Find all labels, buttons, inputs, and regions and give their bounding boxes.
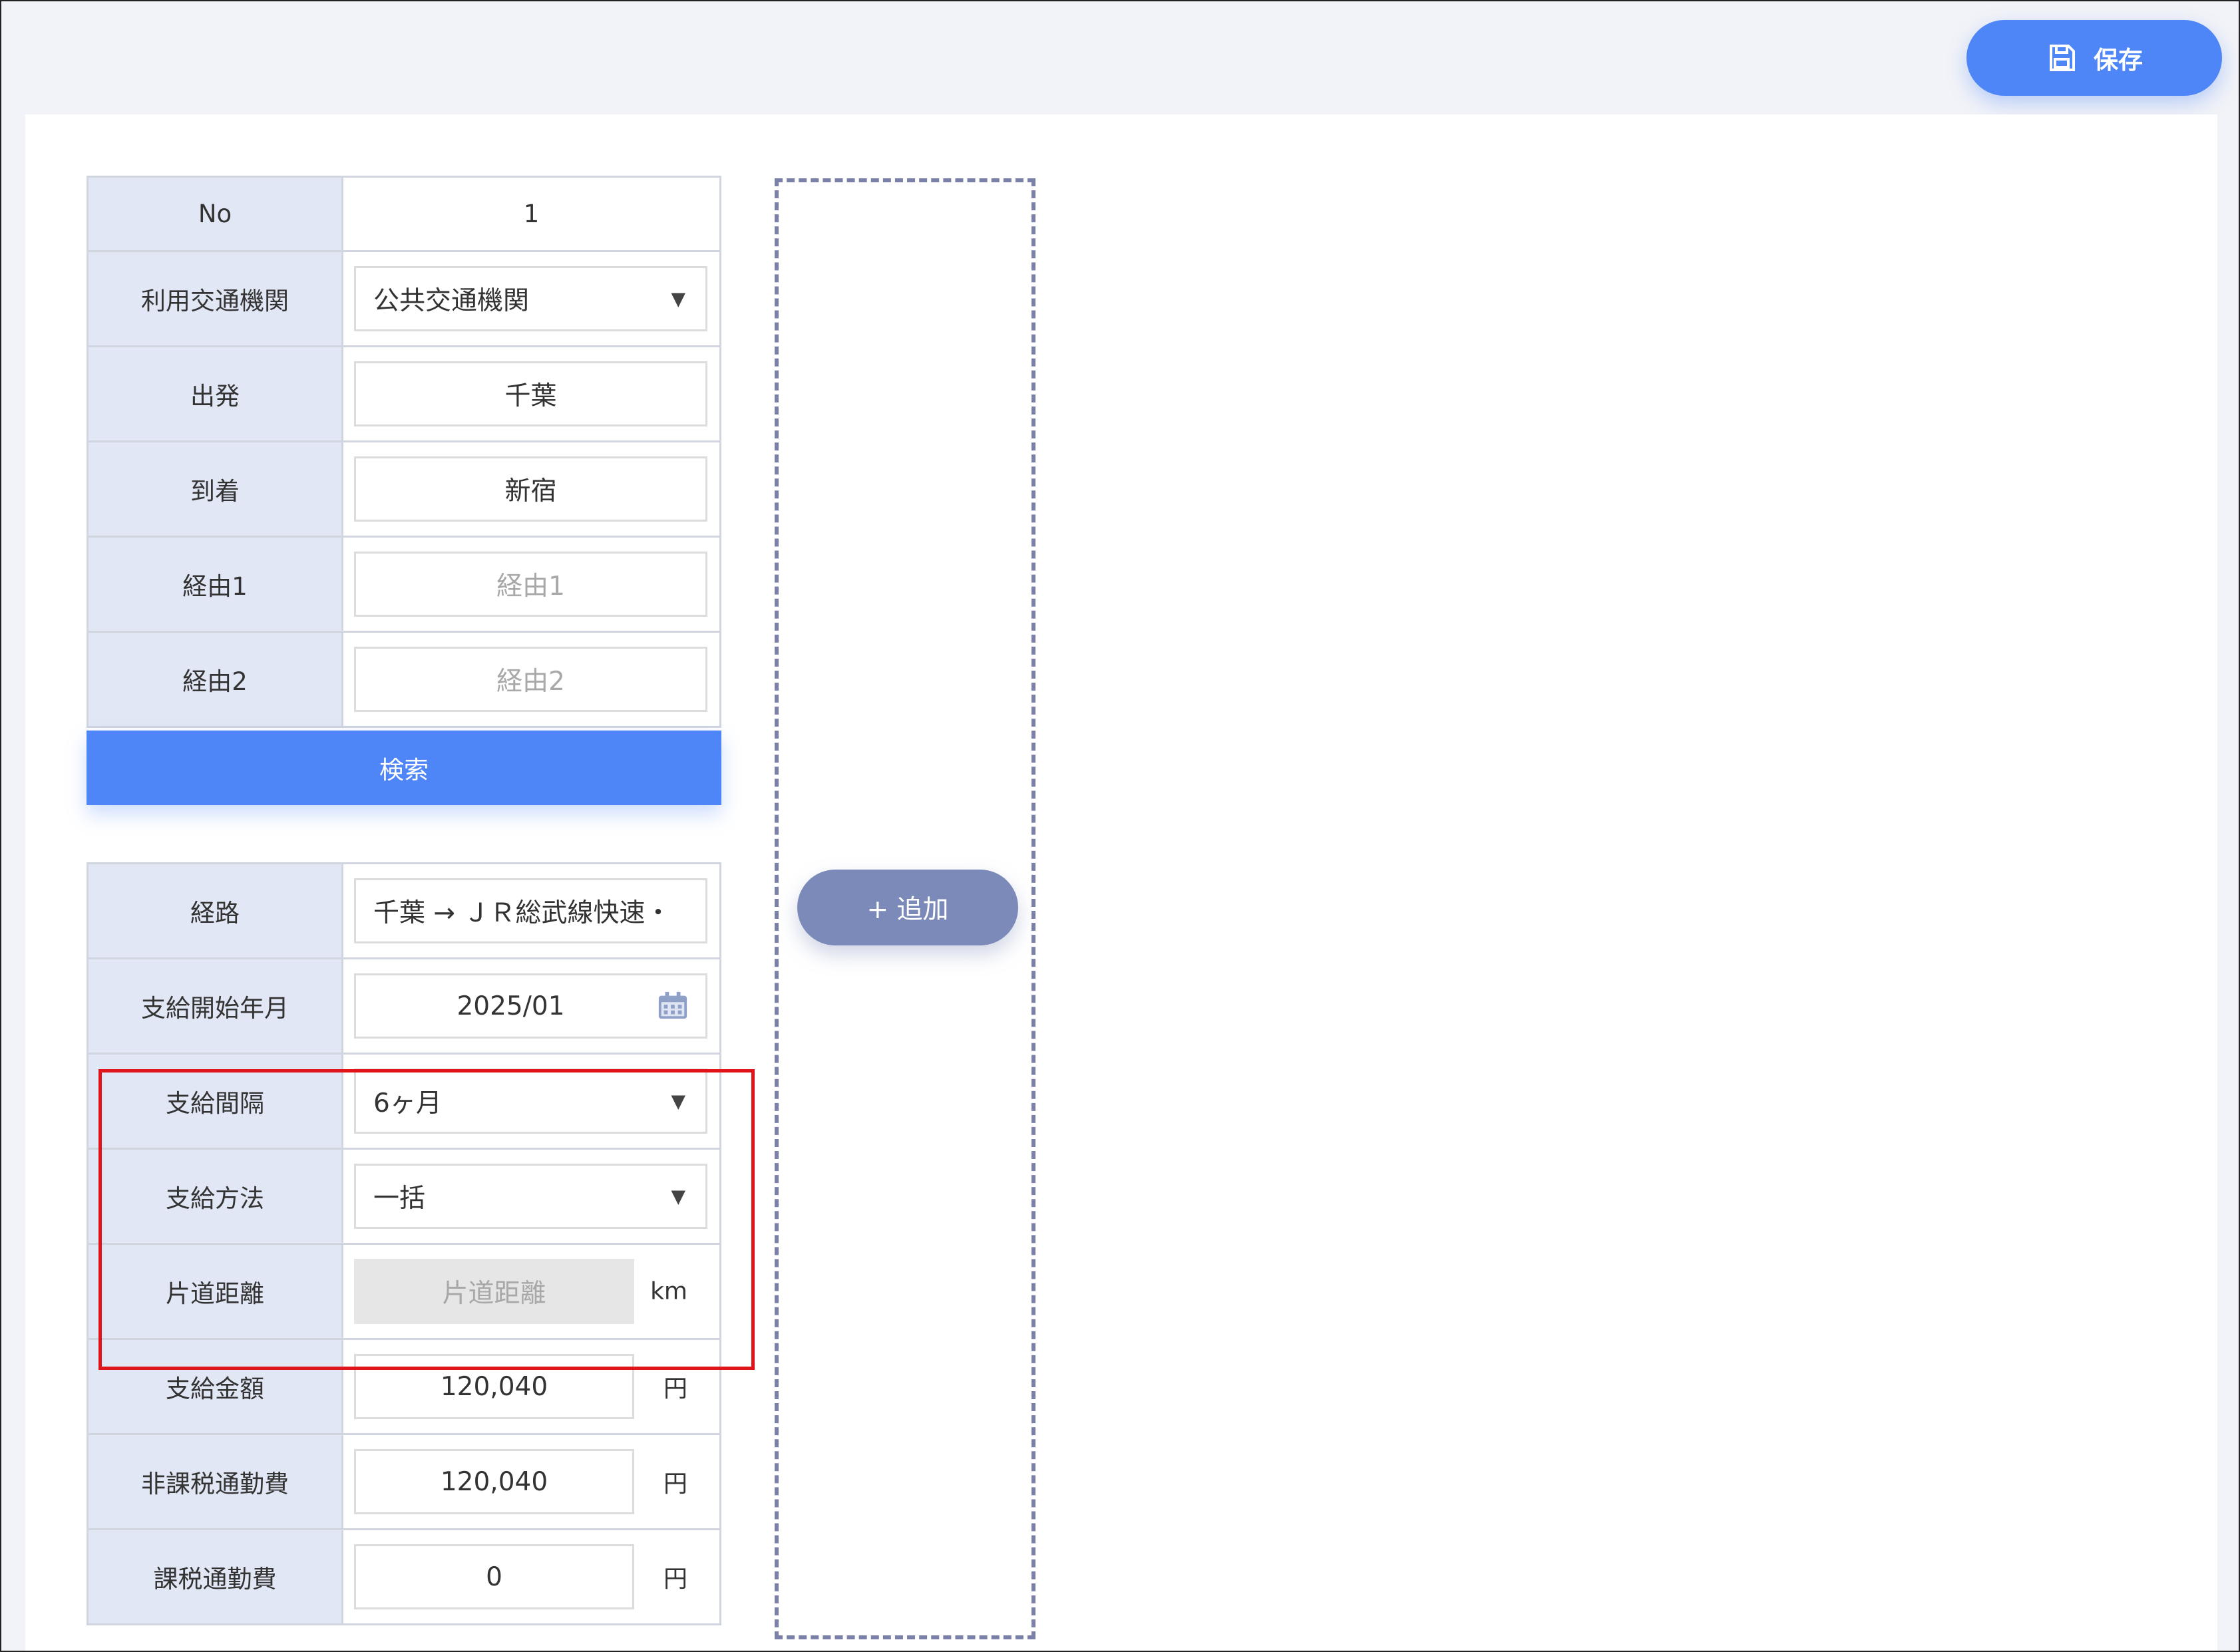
nontaxable-input[interactable]: 120,040 [354, 1449, 634, 1514]
transport-select[interactable]: 公共交通機関 ▼ [354, 266, 707, 331]
row-nontaxable: 非課税通勤費 120,040 円 [87, 1433, 721, 1530]
main-panel: No 1 利用交通機関 公共交通機関 ▼ 出発 千葉 到着 新宿 経由1 経由1… [25, 114, 2217, 1651]
label-route: 経路 [87, 862, 343, 959]
row-departure: 出発 千葉 [87, 345, 721, 442]
taxable-input[interactable]: 0 [354, 1544, 634, 1609]
no-value: 1 [523, 200, 540, 228]
save-button[interactable]: 保存 [1966, 20, 2222, 96]
row-transport: 利用交通機関 公共交通機関 ▼ [87, 250, 721, 347]
route-search-form: No 1 利用交通機関 公共交通機関 ▼ 出発 千葉 到着 新宿 経由1 経由1… [87, 176, 721, 728]
save-button-label: 保存 [2094, 46, 2143, 75]
amount-unit: 円 [663, 1375, 687, 1403]
floppy-disk-icon [2050, 45, 2075, 71]
label-no: No [87, 176, 343, 252]
label-departure: 出発 [87, 345, 343, 442]
label-start-month: 支給開始年月 [87, 957, 343, 1055]
row-via2: 経由2 経由2 [87, 631, 721, 728]
label-via2: 経由2 [87, 631, 343, 728]
via2-input[interactable]: 経由2 [354, 647, 707, 712]
row-via1: 経由1 経由1 [87, 536, 721, 633]
row-arrival: 到着 新宿 [87, 440, 721, 538]
add-route-button[interactable]: + 追加 [797, 870, 1018, 945]
label-nontaxable: 非課税通勤費 [87, 1433, 343, 1530]
nontaxable-unit: 円 [663, 1470, 687, 1498]
row-route: 経路 千葉 → ＪＲ総武線快速・ [87, 862, 721, 959]
label-transport: 利用交通機関 [87, 250, 343, 347]
app-window: 保存 No 1 利用交通機関 公共交通機関 ▼ 出発 千葉 到着 新宿 経由1 … [0, 0, 2240, 1652]
via1-input[interactable]: 経由1 [354, 552, 707, 617]
caret-down-icon: ▼ [671, 287, 685, 310]
start-month-value: 2025/01 [457, 991, 565, 1021]
row-taxable: 課税通勤費 0 円 [87, 1528, 721, 1625]
start-month-input[interactable]: 2025/01 [354, 973, 707, 1039]
calendar-icon[interactable] [657, 991, 688, 1021]
row-no: No 1 [87, 176, 721, 252]
row-start-month: 支給開始年月 2025/01 [87, 957, 721, 1055]
search-button[interactable]: 検索 [87, 731, 721, 805]
label-via1: 経由1 [87, 536, 343, 633]
highlight-box [98, 1069, 755, 1370]
departure-input[interactable]: 千葉 [354, 361, 707, 426]
label-arrival: 到着 [87, 440, 343, 538]
arrival-input[interactable]: 新宿 [354, 456, 707, 522]
route-input[interactable]: 千葉 → ＪＲ総武線快速・ [354, 878, 707, 943]
transport-select-value: 公共交通機関 [373, 286, 530, 316]
taxable-unit: 円 [663, 1566, 687, 1593]
label-taxable: 課税通勤費 [87, 1528, 343, 1625]
